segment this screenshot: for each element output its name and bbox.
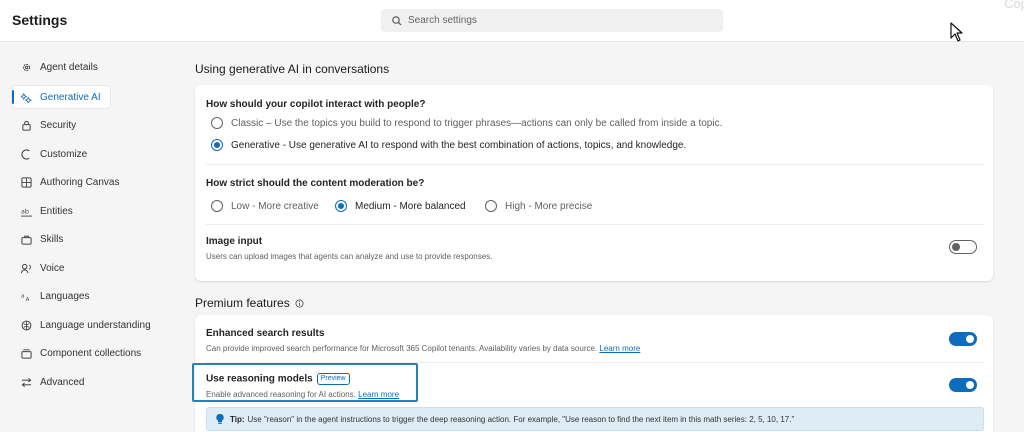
tip-text: Use "reason" in the agent instructions t…	[247, 414, 795, 424]
tip-banner: Tip: Use "reason" in the agent instructi…	[206, 407, 984, 431]
collection-icon	[21, 348, 32, 359]
sidebar-item-label: Security	[40, 119, 77, 131]
toolbox-icon	[21, 235, 32, 245]
sidebar-item-customize[interactable]: Customize	[12, 143, 110, 165]
enhanced-search-toggle[interactable]	[949, 332, 977, 346]
corner-text: Cop	[1004, 0, 1024, 11]
sidebar-item-entities[interactable]: ab Entities	[12, 200, 110, 222]
radio-button[interactable]	[211, 139, 223, 151]
sidebar-item-language-understanding[interactable]: Language understanding	[12, 314, 162, 336]
divider	[206, 224, 984, 225]
palette-icon	[21, 148, 30, 160]
sidebar-item-security[interactable]: Security	[12, 114, 110, 136]
sparkle-icon	[21, 92, 32, 103]
radio-option-classic[interactable]: Classic – Use the topics you build to re…	[211, 117, 722, 129]
svg-text:a: a	[21, 293, 24, 299]
sidebar-item-label: Generative AI	[40, 91, 101, 103]
highlight-box	[192, 363, 418, 402]
sidebar-item-label: Voice	[40, 262, 65, 274]
radio-button[interactable]	[485, 200, 497, 212]
gear-icon	[22, 63, 31, 71]
sidebar-item-component-collections[interactable]: Component collections	[12, 342, 162, 364]
sidebar-item-languages[interactable]: aA Languages	[12, 285, 110, 307]
sidebar-item-label: Language understanding	[40, 319, 151, 331]
reasoning-toggle[interactable]	[949, 378, 977, 392]
lightbulb-icon	[216, 413, 224, 424]
brain-icon	[21, 320, 32, 330]
sidebar-item-skills[interactable]: Skills	[12, 228, 110, 250]
voice-icon	[21, 263, 31, 273]
generative-ai-card: How should your copilot interact with pe…	[195, 85, 993, 281]
svg-text:A: A	[26, 297, 30, 302]
image-input-toggle[interactable]	[949, 240, 977, 254]
enhanced-search-title: Enhanced search results	[206, 328, 325, 339]
radio-option-medium[interactable]: Medium - More balanced	[335, 200, 466, 212]
radio-label: Low - More creative	[231, 200, 319, 212]
radio-label: High - More precise	[505, 200, 593, 212]
abc-icon: ab	[21, 207, 32, 217]
sidebar-item-label: Customize	[40, 148, 88, 160]
radio-option-high[interactable]: High - More precise	[485, 200, 592, 212]
sidebar-item-label: Component collections	[40, 347, 142, 359]
moderation-question: How strict should the content moderation…	[206, 178, 425, 189]
interact-question: How should your copilot interact with pe…	[206, 99, 426, 110]
header-bar: Settings Cop	[0, 0, 1024, 42]
search-input[interactable]	[408, 15, 708, 26]
search-icon	[392, 15, 402, 25]
learn-more-link[interactable]: Learn more	[599, 344, 640, 353]
radio-label: Generative - Use generative AI to respon…	[231, 139, 687, 151]
sidebar: Agent details Generative AI Security Cus…	[0, 42, 166, 432]
sidebar-item-label: Entities	[40, 205, 73, 217]
sidebar-item-voice[interactable]: Voice	[12, 257, 110, 279]
section-title-generative-ai: Using generative AI in conversations	[195, 62, 390, 76]
tip-label: Tip:	[230, 414, 245, 424]
radio-option-low[interactable]: Low - More creative	[211, 200, 319, 212]
sidebar-item-label: Authoring Canvas	[40, 176, 120, 188]
main-content: Using generative AI in conversations How…	[166, 42, 1024, 432]
radio-button[interactable]	[211, 200, 223, 212]
premium-features-label: Premium features	[195, 296, 290, 310]
sidebar-item-label: Advanced	[40, 376, 85, 388]
section-title-premium: Premium features	[195, 296, 304, 310]
sidebar-item-generative-ai[interactable]: Generative AI	[12, 86, 110, 108]
info-icon[interactable]	[295, 298, 304, 308]
premium-features-card: Enhanced search results Can provide impr…	[192, 315, 993, 432]
grid-icon	[21, 176, 32, 188]
image-input-title: Image input	[206, 236, 263, 247]
image-input-description: Users can upload images that agents can …	[206, 252, 493, 261]
lock-icon	[22, 120, 31, 131]
divider	[206, 164, 984, 165]
radio-label: Classic – Use the topics you build to re…	[231, 117, 723, 129]
enhanced-search-description-text: Can provide improved search performance …	[206, 344, 598, 353]
radio-button[interactable]	[211, 117, 223, 129]
sidebar-item-label: Skills	[40, 233, 64, 245]
sidebar-item-authoring-canvas[interactable]: Authoring Canvas	[12, 171, 162, 193]
sidebar-item-label: Languages	[40, 290, 90, 302]
translate-icon: aA	[21, 293, 30, 302]
sidebar-item-advanced[interactable]: Advanced	[12, 371, 110, 393]
radio-option-generative[interactable]: Generative - Use generative AI to respon…	[211, 139, 686, 151]
search-box[interactable]	[381, 9, 723, 32]
radio-label: Medium - More balanced	[355, 200, 466, 212]
sidebar-item-agent-details[interactable]: Agent details	[12, 56, 110, 78]
mouse-cursor-icon	[950, 22, 963, 42]
enhanced-search-description: Can provide improved search performance …	[206, 344, 640, 353]
sliders-icon	[21, 377, 32, 387]
radio-button[interactable]	[335, 200, 347, 212]
svg-text:ab: ab	[21, 207, 29, 215]
sidebar-item-label: Agent details	[40, 61, 98, 73]
page-title: Settings	[12, 12, 68, 28]
